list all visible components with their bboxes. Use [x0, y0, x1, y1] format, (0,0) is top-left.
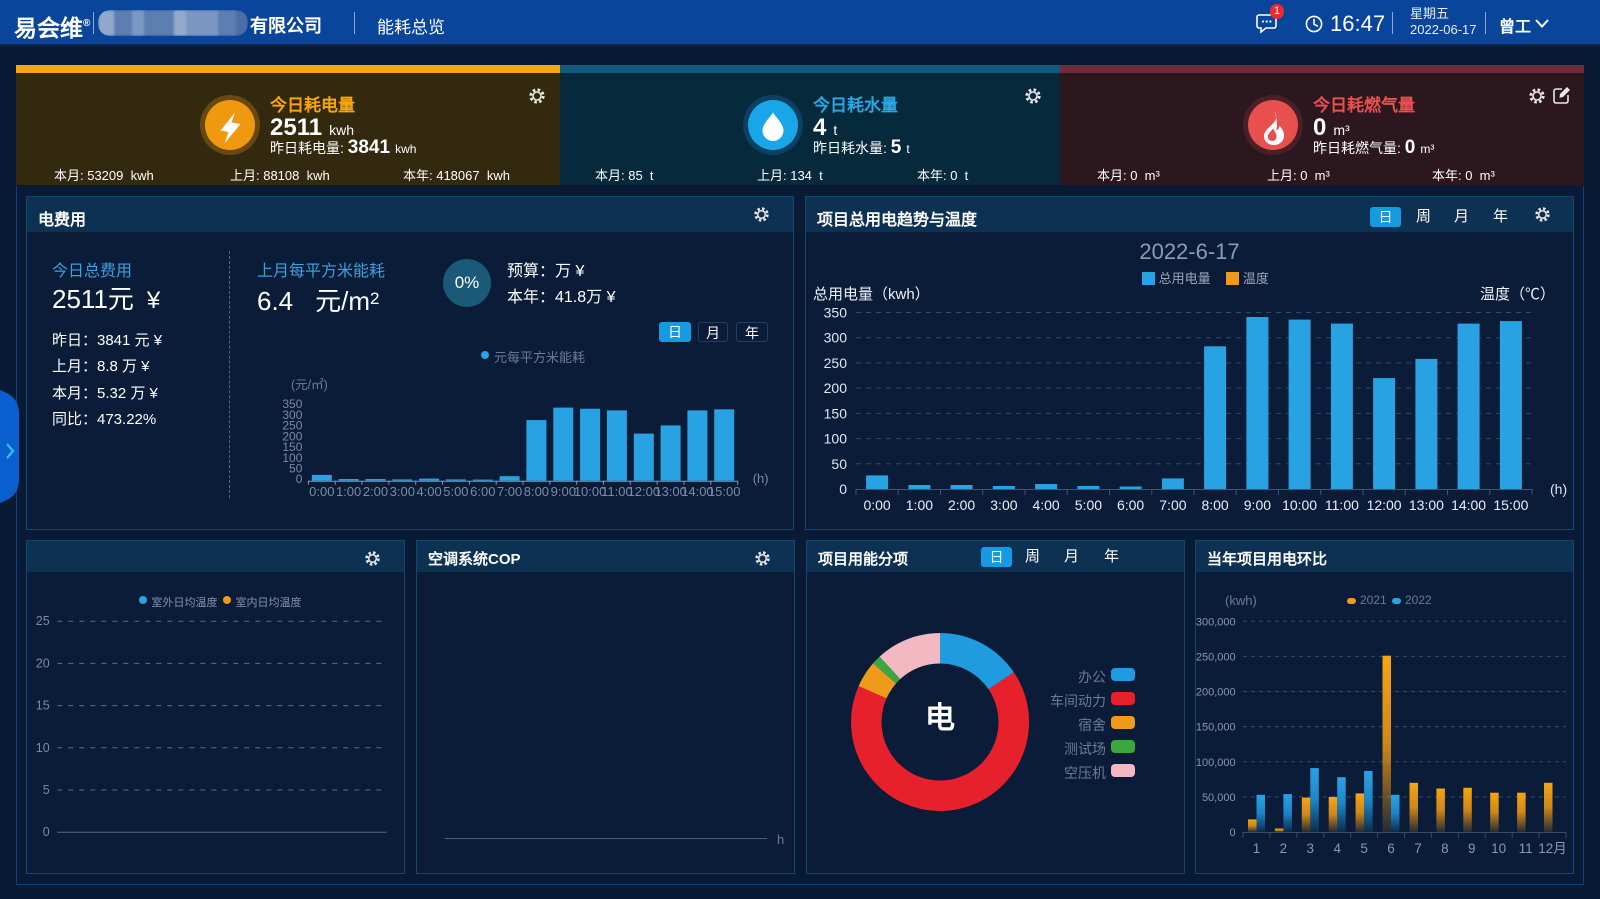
svg-text:200: 200 [824, 380, 848, 396]
svg-text:2: 2 [1280, 841, 1288, 856]
svg-text:0: 0 [839, 481, 847, 497]
svg-text:100,000: 100,000 [1196, 757, 1236, 769]
svg-text:5:00: 5:00 [1075, 497, 1102, 513]
svg-text:300: 300 [824, 330, 848, 346]
svg-text:0: 0 [43, 825, 50, 839]
svg-text:12月: 12月 [1538, 841, 1567, 856]
svg-text:6:00: 6:00 [470, 484, 495, 499]
svg-text:(元/㎡): (元/㎡) [291, 378, 328, 392]
svg-text:0:00: 0:00 [863, 497, 890, 513]
svg-text:5: 5 [1360, 841, 1368, 856]
svg-text:13:00: 13:00 [1409, 497, 1444, 513]
svg-text:8: 8 [1441, 841, 1449, 856]
svg-text:50: 50 [831, 456, 847, 472]
svg-text:7:00: 7:00 [1159, 497, 1186, 513]
svg-text:150: 150 [824, 405, 848, 421]
svg-text:8:00: 8:00 [1201, 497, 1228, 513]
svg-text:300,000: 300,000 [1196, 616, 1236, 628]
svg-text:10: 10 [36, 741, 50, 755]
svg-text:100: 100 [824, 431, 848, 447]
svg-text:(h): (h) [1550, 481, 1567, 497]
svg-text:2:00: 2:00 [948, 497, 975, 513]
svg-text:0: 0 [1229, 827, 1235, 839]
svg-text:9: 9 [1468, 841, 1476, 856]
svg-text:11:00: 11:00 [1325, 497, 1359, 513]
svg-text:6: 6 [1387, 841, 1395, 856]
svg-text:20: 20 [36, 656, 50, 670]
svg-text:50,000: 50,000 [1202, 792, 1236, 804]
svg-text:15:00: 15:00 [1493, 497, 1528, 513]
svg-text:11: 11 [1519, 841, 1533, 856]
svg-text:10: 10 [1491, 841, 1506, 856]
svg-text:200,000: 200,000 [1196, 687, 1236, 699]
svg-text:14:00: 14:00 [1451, 497, 1486, 513]
svg-text:4:00: 4:00 [1032, 497, 1059, 513]
svg-text:5: 5 [43, 783, 50, 797]
svg-text:350: 350 [282, 397, 302, 411]
svg-text:12:00: 12:00 [1367, 497, 1402, 513]
svg-text:4:00: 4:00 [416, 484, 441, 499]
svg-text:3:00: 3:00 [990, 497, 1017, 513]
svg-text:250: 250 [824, 355, 848, 371]
svg-text:9:00: 9:00 [551, 484, 576, 499]
svg-text:1:00: 1:00 [336, 484, 361, 499]
svg-text:25: 25 [36, 614, 50, 628]
svg-text:(h): (h) [753, 471, 769, 486]
svg-text:1:00: 1:00 [906, 497, 933, 513]
svg-text:3: 3 [1307, 841, 1315, 856]
svg-text:350: 350 [824, 305, 848, 321]
svg-text:3:00: 3:00 [390, 484, 415, 499]
svg-text:7: 7 [1414, 841, 1422, 856]
svg-text:15:00: 15:00 [708, 484, 741, 499]
svg-text:8:00: 8:00 [524, 484, 549, 499]
svg-text:5:00: 5:00 [443, 484, 468, 499]
svg-text:15: 15 [36, 699, 50, 713]
svg-text:150,000: 150,000 [1196, 722, 1236, 734]
svg-text:6:00: 6:00 [1117, 497, 1144, 513]
svg-text:1: 1 [1253, 841, 1261, 856]
svg-text:9:00: 9:00 [1244, 497, 1271, 513]
svg-text:10:00: 10:00 [1282, 497, 1317, 513]
svg-text:250,000: 250,000 [1196, 651, 1236, 663]
svg-text:4: 4 [1333, 841, 1341, 856]
svg-text:0:00: 0:00 [309, 484, 334, 499]
svg-text:2:00: 2:00 [363, 484, 388, 499]
svg-text:7:00: 7:00 [497, 484, 522, 499]
